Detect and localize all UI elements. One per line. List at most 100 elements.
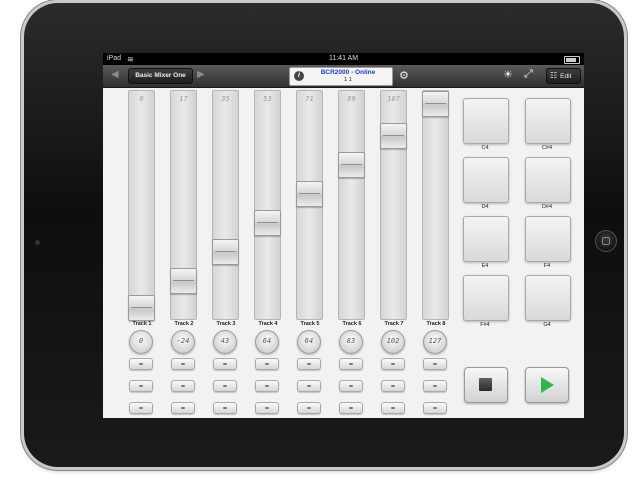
toggle-button[interactable]: [255, 358, 279, 370]
toggle-button[interactable]: [297, 402, 321, 414]
track-label: Track 1: [132, 321, 152, 327]
brightness-icon[interactable]: ☀: [503, 68, 513, 81]
top-toolbar: ◀ Basic Mixer One ▶ i BCR2000 - Online 1…: [103, 65, 584, 88]
note-pad[interactable]: [463, 275, 509, 321]
fader-value: 0: [139, 95, 144, 103]
toggle-button[interactable]: [381, 402, 405, 414]
device-status-box[interactable]: i BCR2000 - Online 1 1: [289, 67, 393, 86]
stop-icon: [479, 378, 492, 391]
pan-knob[interactable]: 102: [381, 330, 405, 354]
track-label: Track 3: [216, 321, 236, 327]
track-label: Track 2: [174, 321, 194, 327]
pan-knob[interactable]: 64: [255, 330, 279, 354]
fader-value: 35: [221, 95, 230, 103]
track-label: Track 4: [258, 321, 278, 327]
track-label: Track 8: [426, 321, 446, 327]
fader[interactable]: 89: [338, 90, 365, 320]
info-icon[interactable]: i: [294, 71, 304, 81]
note-pad-label: C4: [481, 145, 489, 151]
toggle-button[interactable]: [381, 358, 405, 370]
pan-knob[interactable]: 127: [423, 330, 447, 354]
pan-knob[interactable]: 83: [339, 330, 363, 354]
fader[interactable]: 17: [170, 90, 197, 320]
toggle-button[interactable]: [381, 380, 405, 392]
toggle-button[interactable]: [339, 358, 363, 370]
play-button[interactable]: [525, 367, 569, 403]
channel-strip: 71 Track 5 64: [289, 88, 331, 418]
next-preset-icon[interactable]: ▶: [197, 69, 205, 80]
toggle-button[interactable]: [171, 380, 195, 392]
edit-label: Edit: [560, 73, 572, 80]
channel-strip: 17 Track 2 -24: [163, 88, 205, 418]
toggle-button[interactable]: [423, 380, 447, 392]
prev-preset-icon[interactable]: ◀: [111, 69, 119, 80]
fader[interactable]: 53: [254, 90, 281, 320]
fader[interactable]: 0: [128, 90, 155, 321]
fader-handle[interactable]: [170, 267, 197, 294]
note-pad[interactable]: [525, 98, 571, 144]
fader-handle[interactable]: [422, 91, 449, 117]
fader-handle[interactable]: [296, 180, 323, 207]
toggle-button[interactable]: [339, 402, 363, 414]
preset-button[interactable]: Basic Mixer One: [128, 68, 193, 84]
expand-icon[interactable]: ⤢: [524, 68, 533, 81]
clock: 11:41 AM: [328, 55, 359, 62]
note-pad[interactable]: [463, 98, 509, 144]
stop-button[interactable]: [464, 367, 508, 403]
fader-handle[interactable]: [380, 123, 407, 150]
channel-strip: Track 8 127: [415, 88, 457, 418]
knob-value: 0: [138, 337, 144, 345]
toggle-button[interactable]: [171, 358, 195, 370]
channel-strip: 107 Track 7 102: [373, 88, 415, 418]
fader-handle[interactable]: [212, 238, 239, 265]
play-icon: [541, 377, 554, 393]
fader-value: 53: [263, 95, 272, 103]
pan-knob[interactable]: 64: [297, 330, 321, 354]
toggle-button[interactable]: [423, 358, 447, 370]
toggle-button[interactable]: [129, 402, 153, 414]
track-label: Track 7: [384, 321, 404, 327]
channel-strip: 0 Track 1 0: [121, 88, 163, 418]
fader[interactable]: 107: [380, 90, 407, 320]
note-pad[interactable]: [463, 157, 509, 203]
gear-icon[interactable]: ⚙: [399, 69, 409, 82]
fader[interactable]: [422, 90, 449, 320]
track-label: Track 6: [342, 321, 362, 327]
fader-handle[interactable]: [338, 152, 365, 179]
note-pad[interactable]: [525, 157, 571, 203]
toggle-button[interactable]: [297, 358, 321, 370]
pan-knob[interactable]: 0: [129, 330, 153, 354]
pan-knob[interactable]: -24: [171, 330, 195, 354]
fader-handle[interactable]: [128, 295, 155, 321]
app-screen: iPad ≋ 11:41 AM ◀ Basic Mixer One ▶ i BC…: [103, 53, 584, 418]
fader-value: 107: [387, 95, 400, 103]
toggle-button[interactable]: [171, 402, 195, 414]
toggle-button[interactable]: [255, 380, 279, 392]
note-pad-label: D#4: [541, 204, 553, 210]
fader[interactable]: 71: [296, 90, 323, 320]
note-pad-label: G4: [543, 322, 551, 328]
toggle-button[interactable]: [255, 402, 279, 414]
toggle-button[interactable]: [213, 358, 237, 370]
note-pad[interactable]: [525, 216, 571, 262]
toggle-button[interactable]: [423, 402, 447, 414]
toggle-button[interactable]: [213, 402, 237, 414]
toggle-button[interactable]: [297, 380, 321, 392]
mixer-icon: ☷: [550, 71, 558, 80]
toggle-button[interactable]: [213, 380, 237, 392]
note-pad[interactable]: [463, 216, 509, 262]
toggle-button[interactable]: [339, 380, 363, 392]
toggle-button[interactable]: [129, 380, 153, 392]
fader-handle[interactable]: [254, 209, 281, 236]
toggle-button[interactable]: [129, 358, 153, 370]
device-status-text: BCR2000 - Online: [320, 69, 376, 76]
note-pad[interactable]: [525, 275, 571, 321]
home-button[interactable]: [595, 230, 617, 252]
pan-knob[interactable]: 43: [213, 330, 237, 354]
fader[interactable]: 35: [212, 90, 239, 320]
note-pad-label: F#4: [480, 322, 490, 328]
fader-value: 17: [179, 95, 188, 103]
edit-button[interactable]: ☷ Edit: [546, 68, 581, 84]
channel-strip: 89 Track 6 83: [331, 88, 373, 418]
channel-strip: 35 Track 3 43: [205, 88, 247, 418]
